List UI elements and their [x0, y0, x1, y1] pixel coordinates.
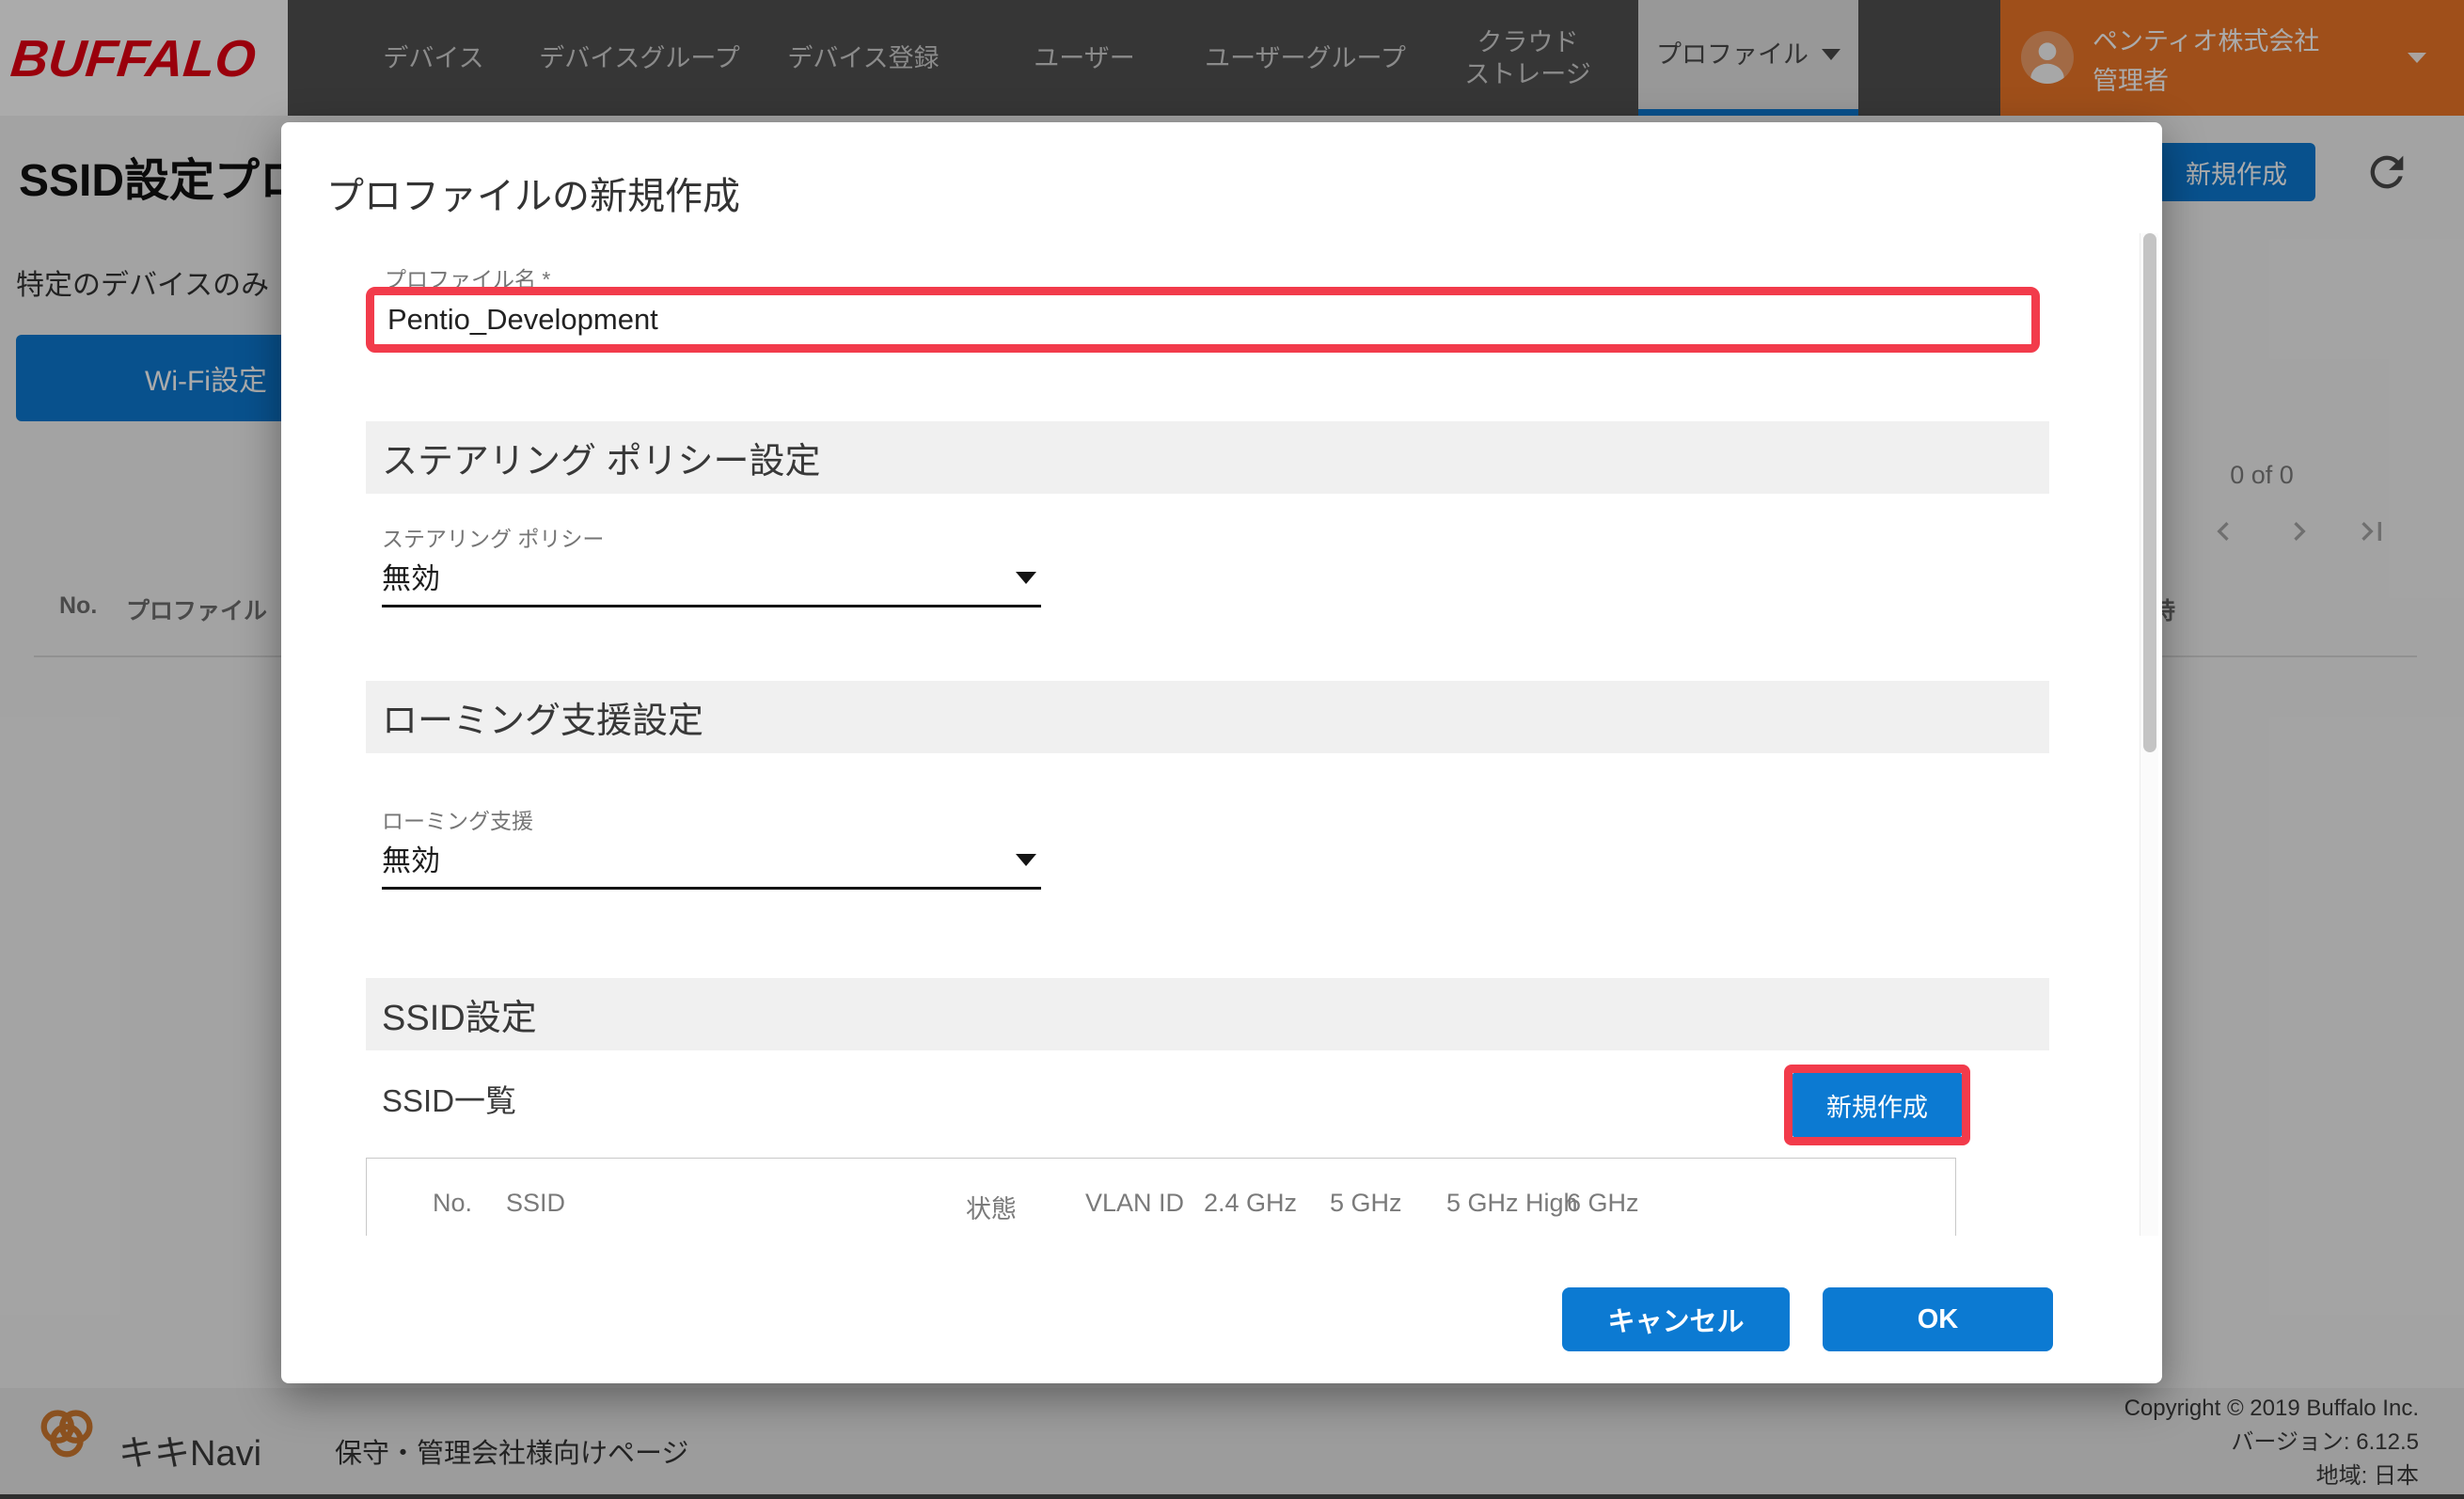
section-header-label: ステアリング ポリシー設定 [382, 432, 821, 483]
steering-select-underline [382, 605, 1041, 607]
section-header-roaming: ローミング支援設定 [366, 681, 2049, 753]
ssid-col-6ghz: 6 GHz [1567, 1189, 1639, 1218]
section-header-steering: ステアリング ポリシー設定 [366, 421, 2049, 494]
ssid-col-no: No. [433, 1189, 472, 1218]
roaming-select-underline [382, 887, 1041, 890]
annotation-box-profile-name [366, 287, 2040, 353]
dropdown-arrow-icon[interactable] [1016, 572, 1036, 584]
annotation-box-ssid-create: 新規作成 [1784, 1065, 1970, 1145]
ssid-table: No. SSID 状態 VLAN ID 2.4 GHz 5 GHz 5 GHz … [366, 1158, 1956, 1236]
section-header-label: SSID設定 [382, 988, 537, 1040]
ssid-col-status: 状態 [966, 1189, 1017, 1225]
ssid-col-ssid: SSID [506, 1189, 565, 1218]
dialog-scrollbar[interactable] [2140, 233, 2158, 1236]
ssid-col-5ghzhigh: 5 GHz High [1446, 1189, 1578, 1218]
scrollbar-thumb[interactable] [2143, 233, 2156, 752]
ok-button[interactable]: OK [1823, 1287, 2053, 1351]
profile-name-input[interactable] [374, 295, 2031, 344]
dropdown-arrow-icon[interactable] [1016, 854, 1036, 866]
ssid-col-5ghz: 5 GHz [1330, 1189, 1402, 1218]
dialog-scroll-area[interactable]: プロファイル名 * ステアリング ポリシー設定 ステアリング ポリシー 無効 ロ… [281, 233, 2162, 1236]
ssid-create-button[interactable]: 新規作成 [1793, 1073, 1962, 1137]
create-profile-dialog: プロファイルの新規作成 プロファイル名 * ステアリング ポリシー設定 ステアリ… [281, 122, 2162, 1383]
dialog-title: プロファイルの新規作成 [326, 166, 740, 220]
roaming-assist-label: ローミング支援 [382, 803, 533, 835]
section-header-label: ローミング支援設定 [382, 691, 703, 743]
section-header-ssid: SSID設定 [366, 978, 2049, 1050]
roaming-assist-select[interactable]: 無効 [382, 837, 440, 879]
cancel-button[interactable]: キャンセル [1562, 1287, 1790, 1351]
steering-policy-label: ステアリング ポリシー [382, 521, 604, 553]
ssid-col-24ghz: 2.4 GHz [1204, 1189, 1297, 1218]
steering-policy-select[interactable]: 無効 [382, 555, 440, 597]
ssid-col-vlan: VLAN ID [1085, 1189, 1184, 1218]
ssid-list-label: SSID一覧 [382, 1076, 516, 1121]
